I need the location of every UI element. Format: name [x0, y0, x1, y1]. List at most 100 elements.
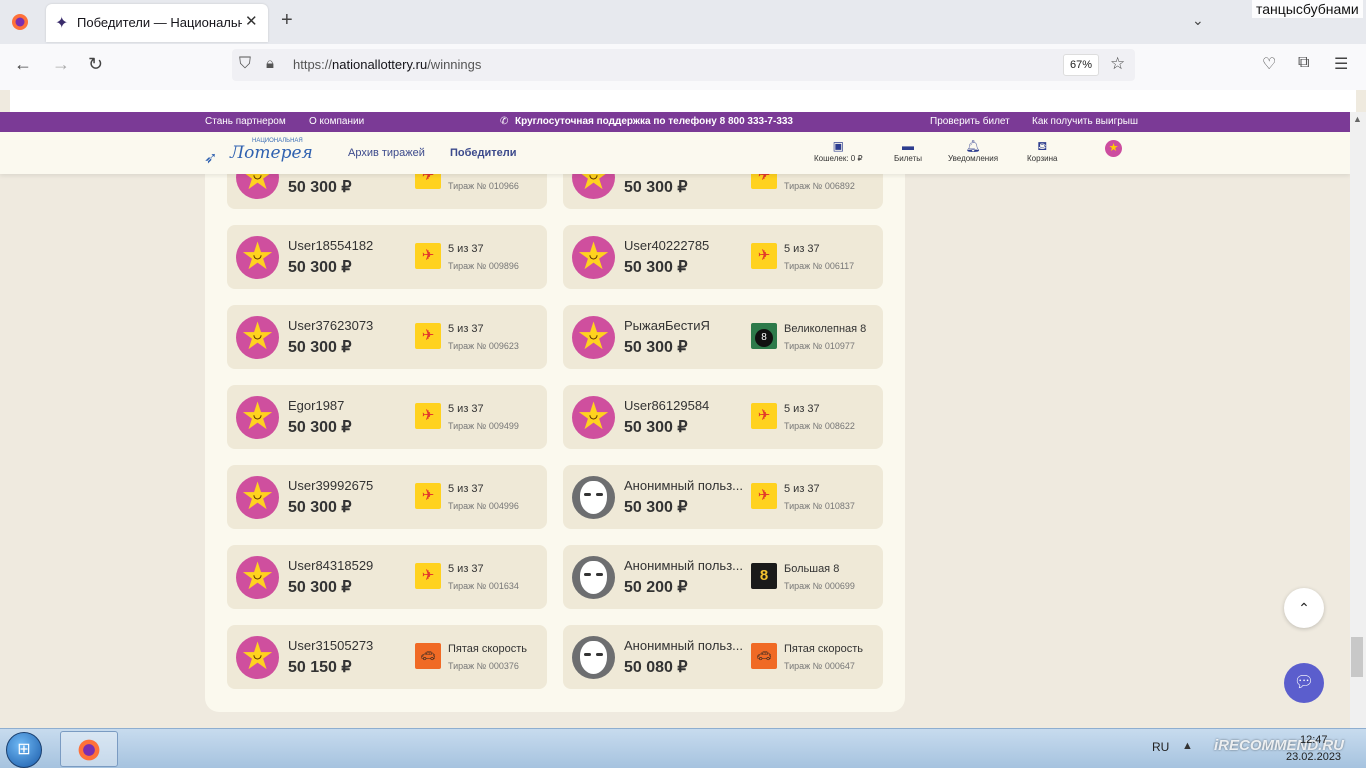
nav-winners[interactable]: Победители — [450, 147, 517, 159]
page-top-strip — [10, 90, 1356, 112]
new-tab-icon[interactable]: + — [281, 9, 293, 32]
winner-username: User86129584 — [624, 398, 710, 413]
firefox-icon[interactable] — [10, 12, 30, 32]
game-name[interactable]: 5 из 37 — [448, 243, 484, 255]
bookmark-star-icon[interactable]: ☆ — [1110, 54, 1125, 74]
game-name[interactable]: Пятая скорость — [784, 643, 863, 655]
winner-amount: 50 300 ₽ — [288, 179, 352, 196]
game-name[interactable]: Большая 8 — [784, 563, 839, 575]
how-to-get-link[interactable]: Как получить выигрыш — [1032, 116, 1138, 127]
pocket-icon[interactable]: ♡ — [1262, 54, 1276, 74]
clock-date[interactable]: 23.02.2023 — [1286, 751, 1341, 763]
scroll-up-icon[interactable]: ▲ — [1353, 114, 1362, 124]
star-avatar-icon: ★ ◡ — [572, 396, 615, 439]
winner-amount: 50 300 ₽ — [624, 259, 688, 276]
game-name[interactable]: 5 из 37 — [784, 403, 820, 415]
winner-username: Анонимный польз... — [624, 558, 743, 573]
draw-number[interactable]: Тираж № 009499 — [448, 421, 519, 431]
winner-username: User40222785 — [624, 238, 710, 253]
overlay-tag: танцысбубнами — [1252, 0, 1363, 18]
draw-number[interactable]: Тираж № 001634 — [448, 581, 519, 591]
winner-amount: 50 300 ₽ — [288, 419, 352, 436]
close-icon[interactable]: ✕ — [245, 12, 258, 30]
notifications-button[interactable]: 🔔︎ Уведомления — [948, 140, 998, 163]
lock-icon[interactable]: 🔒︎ — [266, 55, 274, 72]
game-name[interactable]: Великолепная 8 — [784, 323, 866, 335]
draw-number[interactable]: Тираж № 009896 — [448, 261, 519, 271]
partner-link[interactable]: Стань партнером — [205, 116, 286, 127]
page-scrollbar[interactable]: ▲ — [1350, 112, 1366, 728]
plane-game-icon: ✈ — [751, 243, 777, 269]
url-text[interactable]: https://nationallottery.ru/winnings — [293, 57, 481, 72]
site-favicon-icon: ✦ — [55, 15, 69, 32]
tickets-button[interactable]: ▬ Билеты — [894, 140, 922, 163]
winner-card: Анонимный польз... 50 080 ₽ 🚗︎ Пятая скорос… — [563, 625, 883, 689]
draw-number[interactable]: Тираж № 004996 — [448, 501, 519, 511]
star-avatar-icon: ★ ◡ — [236, 636, 279, 679]
nav-archive[interactable]: Архив тиражей — [348, 147, 425, 159]
plane-game-icon: ✈ — [751, 403, 777, 429]
site-logo[interactable]: ➶ НАЦИОНАЛЬНАЯ Лотерея — [204, 138, 313, 168]
winner-card: Анонимный польз... 50 200 ₽ 8 Большая 8 Тира… — [563, 545, 883, 609]
scroll-to-top-button[interactable]: ⌃ — [1284, 588, 1324, 628]
shield-icon[interactable]: ⛉ — [239, 55, 251, 73]
draw-number[interactable]: Тираж № 000647 — [784, 661, 855, 671]
menu-icon[interactable]: ☰ — [1334, 54, 1348, 74]
winner-amount: 50 300 ₽ — [624, 499, 688, 516]
plane-game-icon: ✈ — [415, 563, 441, 589]
winner-username: Анонимный польз... — [624, 638, 743, 653]
plane-game-icon: ✈ — [415, 323, 441, 349]
speed-game-icon: 🚗︎ — [415, 643, 441, 669]
winner-card: ★ ◡ User18554182 50 300 ₽ ✈ 5 из 37 Тираж № 00… — [227, 225, 547, 289]
game-name[interactable]: 5 из 37 — [784, 483, 820, 495]
check-ticket-link[interactable]: Проверить билет — [930, 116, 1010, 127]
big8-game-icon: 8 — [751, 563, 777, 589]
clock-time[interactable]: 12:47 — [1300, 734, 1328, 746]
back-icon[interactable]: ← — [14, 54, 32, 75]
draw-number[interactable]: Тираж № 006117 — [784, 261, 854, 271]
about-link[interactable]: О компании — [309, 116, 364, 127]
star-avatar-icon: ★ ◡ — [236, 476, 279, 519]
winner-amount: 50 150 ₽ — [288, 659, 352, 676]
zoom-level[interactable]: 67% — [1063, 54, 1100, 76]
tray-expand-icon[interactable]: ▲ — [1182, 740, 1193, 752]
game-name[interactable]: 5 из 37 — [784, 243, 820, 255]
draw-number[interactable]: Тираж № 010966 — [448, 181, 519, 191]
extensions-icon[interactable]: ⧉ — [1298, 54, 1309, 72]
profile-avatar[interactable]: ★ — [1105, 140, 1122, 157]
wallet-button[interactable]: ▣ Кошелек: 0 ₽ — [814, 140, 863, 163]
winner-amount: 50 300 ₽ — [288, 499, 352, 516]
winner-username: User37623073 — [288, 318, 374, 333]
reload-icon[interactable]: ↻ — [88, 54, 103, 75]
game-name[interactable]: Пятая скорость — [448, 643, 527, 655]
draw-number[interactable]: Тираж № 010977 — [784, 341, 855, 351]
cart-button[interactable]: ⛾ Корзина — [1027, 140, 1057, 163]
browser-tabbar: ✦ Победители — Национальная ✕ + ⌄ танцыс… — [0, 0, 1366, 44]
chat-button[interactable]: 💬︎ — [1284, 663, 1324, 703]
tickets-icon: ▬ — [901, 139, 914, 153]
winner-amount: 50 300 ₽ — [624, 339, 688, 356]
start-button[interactable]: ⊞ — [6, 732, 42, 768]
support-phone[interactable]: Круглосуточная поддержка по телефону 8 8… — [515, 116, 793, 127]
forward-icon[interactable]: → — [52, 54, 70, 75]
draw-number[interactable]: Тираж № 006892 — [784, 181, 855, 191]
taskbar-firefox[interactable] — [60, 731, 118, 767]
scroll-thumb[interactable] — [1351, 637, 1363, 677]
game-name[interactable]: 5 из 37 — [448, 483, 484, 495]
draw-number[interactable]: Тираж № 000376 — [448, 661, 519, 671]
draw-number[interactable]: Тираж № 000699 — [784, 581, 855, 591]
draw-number[interactable]: Тираж № 010837 — [784, 501, 855, 511]
url-bar[interactable]: ⛉ 🔒︎ https://nationallottery.ru/winnings… — [232, 49, 1135, 81]
firefox-icon — [78, 739, 100, 761]
draw-number[interactable]: Тираж № 008622 — [784, 421, 855, 431]
game-name[interactable]: 5 из 37 — [448, 563, 484, 575]
language-indicator[interactable]: RU — [1152, 740, 1169, 754]
draw-number[interactable]: Тираж № 009623 — [448, 341, 519, 351]
game-name[interactable]: 5 из 37 — [448, 323, 484, 335]
winner-amount: 50 200 ₽ — [624, 579, 688, 596]
tab-winners[interactable]: ✦ Победители — Национальная ✕ — [46, 4, 268, 42]
chevron-down-icon[interactable]: ⌄ — [1192, 12, 1204, 29]
game-name[interactable]: 5 из 37 — [448, 403, 484, 415]
winner-amount: 50 300 ₽ — [288, 579, 352, 596]
anonymous-mask-icon — [572, 636, 615, 679]
